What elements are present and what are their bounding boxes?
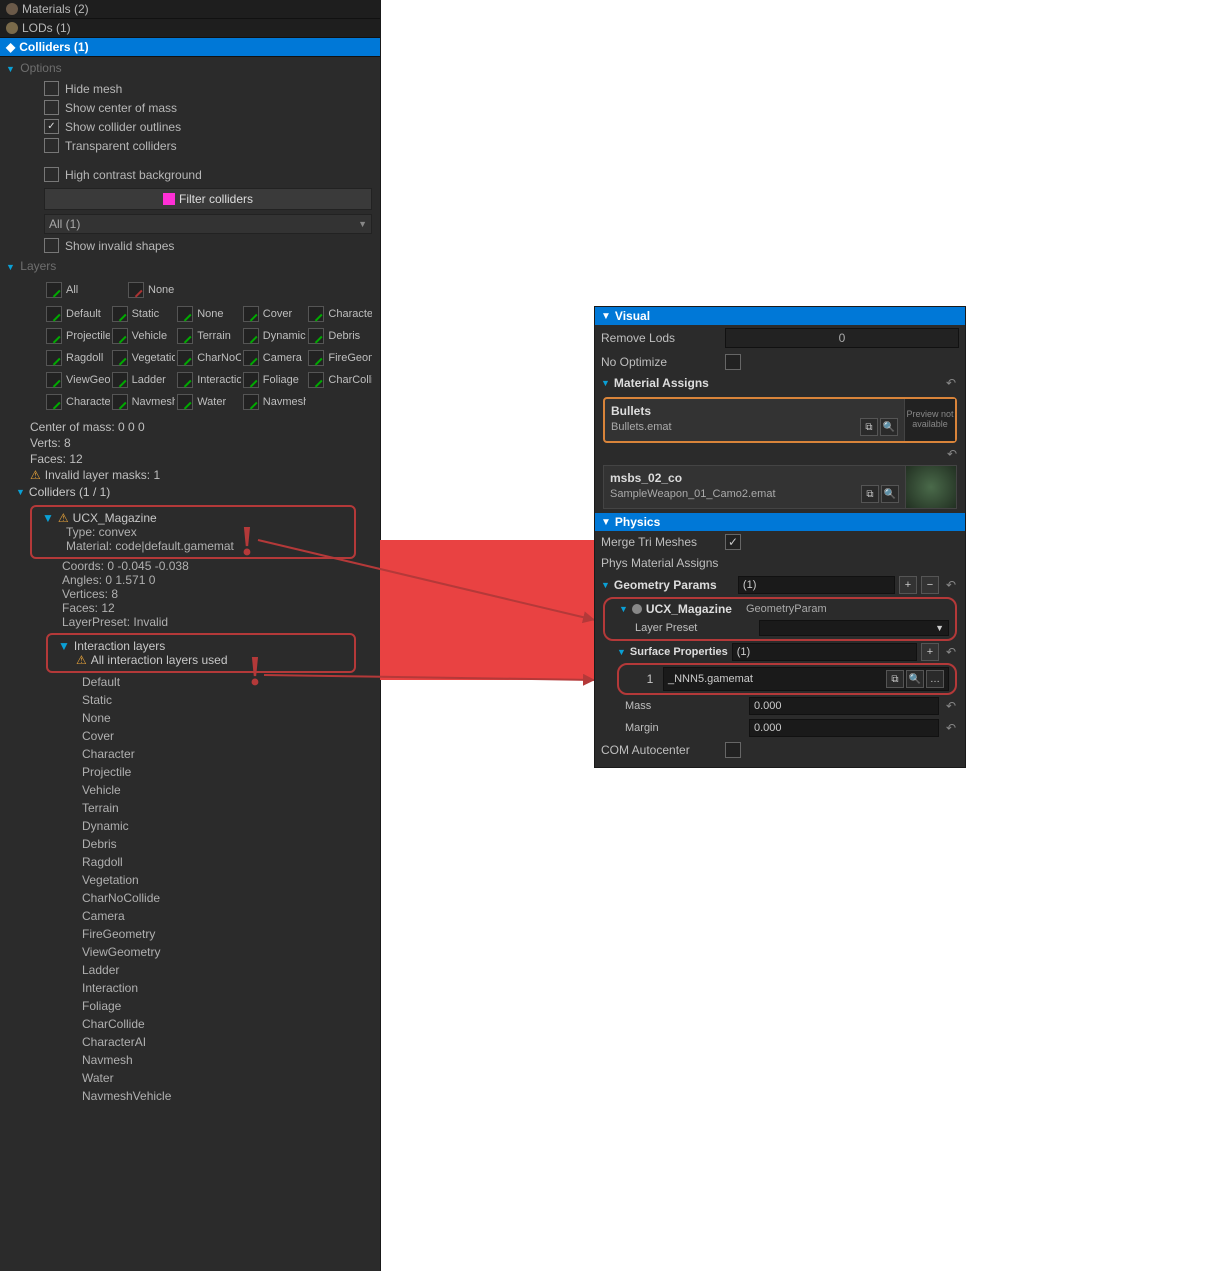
- mass-label: Mass: [625, 700, 745, 712]
- surface-prop-highlight: 1 _NNN5.gamemat ⧉ 🔍 …: [617, 663, 957, 695]
- merge-tri-checkbox[interactable]: ✓: [725, 534, 741, 550]
- node-icon: [632, 604, 642, 614]
- visual-title: Visual: [615, 309, 650, 323]
- chevron-down-icon[interactable]: ▼: [617, 647, 626, 657]
- no-optimize-label: No Optimize: [601, 355, 721, 369]
- right-panel: ▼ Visual Remove Lods 0 No Optimize ▼ Mat…: [594, 306, 966, 768]
- margin-label: Margin: [625, 722, 745, 734]
- add-button[interactable]: +: [899, 576, 917, 594]
- chevron-down-icon: ▼: [601, 311, 611, 322]
- layer-preset-dropdown[interactable]: ▼: [759, 620, 949, 636]
- margin-field[interactable]: 0.000: [749, 719, 939, 737]
- undo-icon[interactable]: ↶: [943, 699, 959, 713]
- gp-count-value: (1): [743, 579, 756, 591]
- remove-lods-value: 0: [839, 331, 846, 345]
- com-autocenter-checkbox[interactable]: [725, 742, 741, 758]
- remove-lods-label: Remove Lods: [601, 331, 721, 345]
- surface-count-field: (1): [732, 643, 917, 661]
- open-icon[interactable]: ⧉: [860, 418, 878, 436]
- surf-count-value: (1): [737, 646, 750, 658]
- msbs-preview: [905, 466, 956, 508]
- physics-section-header[interactable]: ▼ Physics: [595, 513, 965, 531]
- mass-field[interactable]: 0.000: [749, 697, 939, 715]
- no-optimize-checkbox[interactable]: [725, 354, 741, 370]
- msbs-file-field[interactable]: SampleWeapon_01_Camo2.emat: [610, 488, 776, 500]
- undo-icon[interactable]: ↶: [947, 447, 957, 461]
- undo-icon[interactable]: ↶: [943, 578, 959, 592]
- ucx-type-label: GeometryParam: [736, 603, 949, 615]
- add-button[interactable]: +: [921, 643, 939, 661]
- bullets-file-field[interactable]: Bullets.emat: [611, 421, 672, 433]
- margin-value: 0.000: [754, 722, 782, 734]
- physics-title: Physics: [615, 515, 660, 529]
- geometry-params-label: Geometry Params: [614, 578, 734, 592]
- ucx-geometry-highlight: ▼ UCX_Magazine GeometryParam Layer Prese…: [603, 597, 957, 641]
- surf1-file-value: _NNN5.gamemat: [668, 673, 753, 685]
- visual-section-header[interactable]: ▼ Visual: [595, 307, 965, 325]
- mass-value: 0.000: [754, 700, 782, 712]
- msbs-material-row: msbs_02_co SampleWeapon_01_Camo2.emat ⧉ …: [603, 465, 957, 509]
- surf1-index-label: 1: [641, 672, 659, 686]
- chevron-down-icon: ▼: [601, 517, 611, 528]
- chevron-down-icon[interactable]: ▼: [601, 580, 610, 590]
- bullets-material-row: Bullets Bullets.emat ⧉ 🔍 Preview not ava…: [603, 397, 957, 443]
- phys-mat-assigns-label: Phys Material Assigns: [601, 556, 959, 570]
- remove-lods-field[interactable]: 0: [725, 328, 959, 348]
- chevron-down-icon[interactable]: ▼: [619, 604, 628, 614]
- undo-icon[interactable]: ↶: [943, 721, 959, 735]
- merge-tri-label: Merge Tri Meshes: [601, 535, 721, 549]
- undo-icon[interactable]: ↶: [943, 376, 959, 390]
- com-autocenter-label: COM Autocenter: [601, 743, 721, 757]
- surf1-file-field[interactable]: _NNN5.gamemat ⧉ 🔍 …: [663, 667, 949, 691]
- bullets-preview: Preview not available: [904, 399, 955, 441]
- open-icon[interactable]: ⧉: [861, 485, 879, 503]
- search-icon[interactable]: 🔍: [881, 485, 899, 503]
- material-assigns-label: Material Assigns: [614, 376, 939, 390]
- search-icon[interactable]: 🔍: [880, 418, 898, 436]
- ucx-name-label: UCX_Magazine: [646, 602, 732, 616]
- undo-icon[interactable]: ↶: [943, 645, 959, 659]
- bullets-name-label: Bullets: [611, 404, 898, 418]
- gp-count-field: (1): [738, 576, 895, 594]
- layer-preset-label: Layer Preset: [635, 622, 755, 634]
- chevron-down-icon[interactable]: ▼: [601, 378, 610, 388]
- msbs-name-label: msbs_02_co: [610, 471, 899, 485]
- surface-props-label: Surface Properties: [630, 646, 728, 658]
- remove-button[interactable]: −: [921, 576, 939, 594]
- search-icon[interactable]: 🔍: [906, 670, 924, 688]
- more-icon[interactable]: …: [926, 670, 944, 688]
- open-icon[interactable]: ⧉: [886, 670, 904, 688]
